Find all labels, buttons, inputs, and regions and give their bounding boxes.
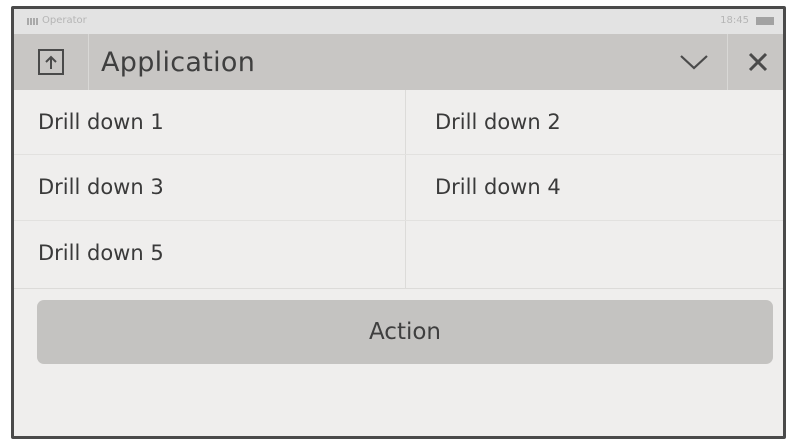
operator-name: Operator <box>42 15 87 26</box>
close-button[interactable] <box>727 34 783 90</box>
chevron-down-icon <box>680 55 708 70</box>
drill-down-item-2[interactable]: Drill down 2 <box>411 90 783 154</box>
collapse-button[interactable] <box>662 34 726 90</box>
page-title: Application <box>101 47 256 78</box>
column-divider <box>405 90 406 288</box>
status-bar: Operator 18:45 <box>14 9 783 34</box>
drill-down-item-1[interactable]: Drill down 1 <box>14 90 405 154</box>
drill-down-item-4[interactable]: Drill down 4 <box>411 155 783 219</box>
drill-down-item-3[interactable]: Drill down 3 <box>14 155 405 219</box>
upload-box-icon <box>38 49 64 75</box>
close-icon <box>748 52 767 72</box>
drill-down-item-5[interactable]: Drill down 5 <box>14 221 405 285</box>
battery-icon <box>756 17 774 25</box>
app-icon-button[interactable] <box>14 34 89 90</box>
device-screen: Operator 18:45 Application Drill down 1 … <box>11 6 786 439</box>
title-bar: Application <box>14 34 783 90</box>
action-button[interactable]: Action <box>37 300 773 364</box>
status-time: 18:45 <box>720 15 749 26</box>
signal-icon <box>27 18 39 25</box>
drill-down-grid: Drill down 1 Drill down 2 Drill down 3 D… <box>14 90 783 289</box>
